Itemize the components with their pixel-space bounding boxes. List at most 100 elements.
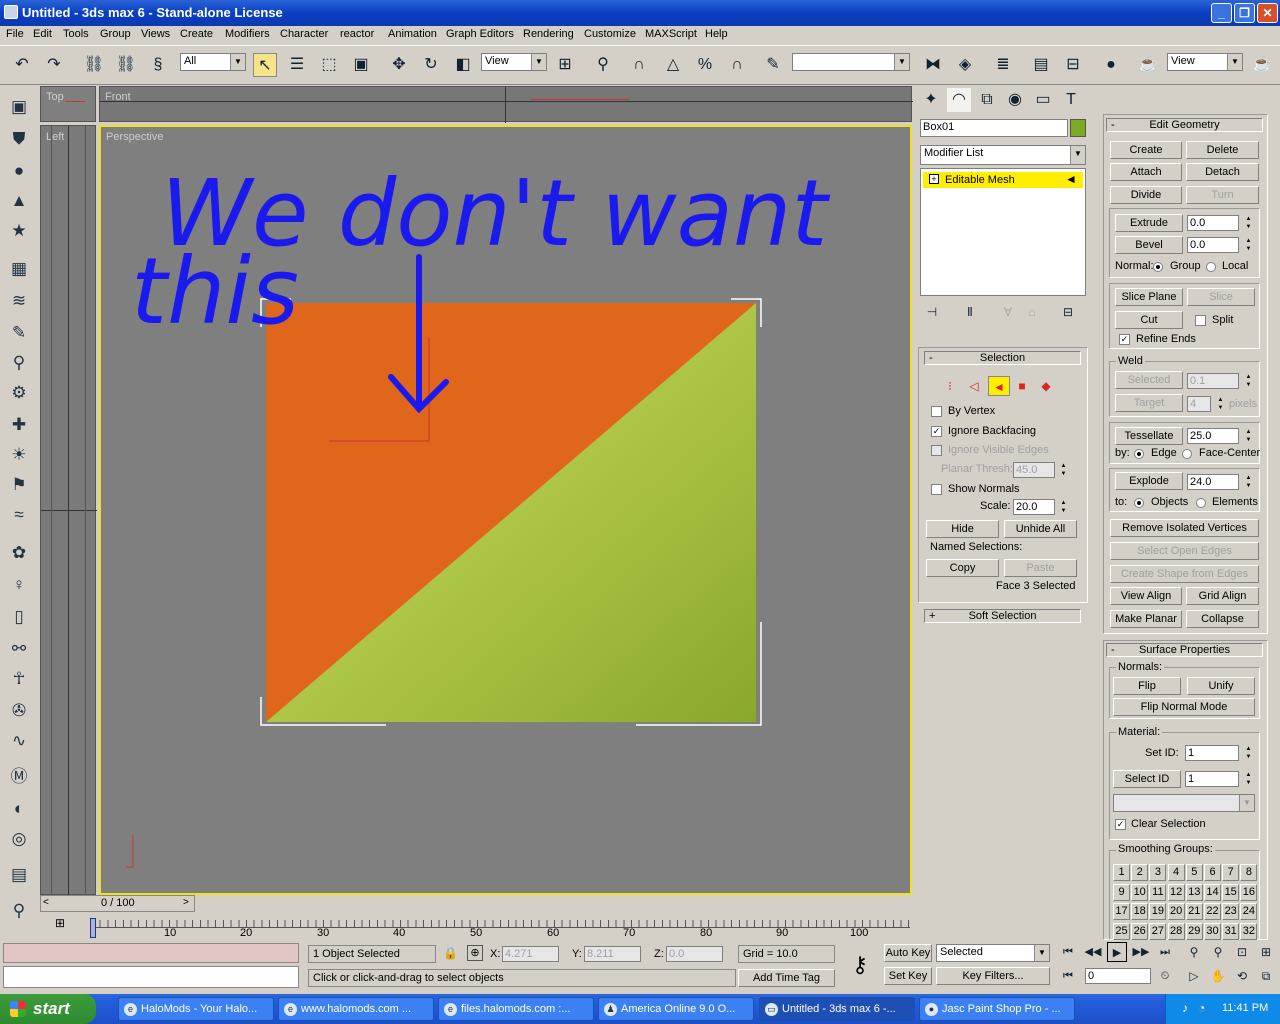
cone-icon[interactable]: ▲ <box>6 188 32 214</box>
smoothing-group-6[interactable]: 6 <box>1204 864 1221 881</box>
biped-icon[interactable]: ♀ <box>6 572 32 598</box>
gear-icon[interactable]: ⚙ <box>6 380 32 406</box>
time-slider-prev[interactable]: < <box>43 897 49 908</box>
detach-button[interactable]: Detach <box>1186 163 1259 181</box>
light-icon[interactable]: ☀ <box>6 442 32 468</box>
menu-animation[interactable]: Animation <box>388 28 437 40</box>
window-crossing-icon[interactable]: ▣ <box>349 53 373 77</box>
tessellate-button[interactable]: Tessellate <box>1115 427 1183 445</box>
stack-icon[interactable]: ≋ <box>6 288 32 314</box>
smoothing-group-13[interactable]: 13 <box>1185 883 1203 901</box>
spinner-icon[interactable]: ▲ ▼ <box>1244 237 1253 253</box>
link-icon[interactable]: ⛓ <box>82 53 106 77</box>
layer-manager-icon[interactable]: ≣ <box>991 53 1015 77</box>
y-coordinate-field[interactable]: 8.211 <box>584 946 641 962</box>
smoothing-group-32[interactable]: 32 <box>1240 922 1258 940</box>
start-button[interactable]: start <box>0 994 96 1024</box>
edit-named-selections-icon[interactable]: ✎ <box>761 53 785 77</box>
snap-3d-icon[interactable]: ∩ <box>627 53 651 77</box>
smoothing-group-15[interactable]: 15 <box>1222 883 1240 901</box>
menu-character[interactable]: Character <box>280 28 328 40</box>
menu-file[interactable]: File <box>6 28 24 40</box>
object-color-swatch[interactable] <box>1070 119 1086 137</box>
smoothing-group-27[interactable]: 27 <box>1149 922 1167 940</box>
show-end-result-icon[interactable]: Ⅱ <box>960 302 980 322</box>
ignore-visible-edges-checkbox[interactable] <box>931 445 942 456</box>
smoothing-group-24[interactable]: 24 <box>1240 903 1258 920</box>
box-icon[interactable]: ▣ <box>6 94 32 120</box>
menu-graph-editors[interactable]: Graph Editors <box>446 28 514 40</box>
cut-button[interactable]: Cut <box>1115 311 1183 329</box>
align-icon[interactable]: ◈ <box>953 53 977 77</box>
viewport-left[interactable]: Left <box>40 125 97 896</box>
smoothing-group-29[interactable]: 29 <box>1185 922 1203 940</box>
track-bar[interactable]: ⊞ 10 20 30 40 50 60 70 80 90 100 <box>40 912 910 939</box>
smoothing-group-11[interactable]: 11 <box>1149 883 1167 901</box>
smoothing-group-8[interactable]: 8 <box>1240 864 1258 881</box>
smoothing-group-2[interactable]: 2 <box>1131 864 1149 881</box>
spinner-icon[interactable]: ▲ ▼ <box>1244 771 1253 787</box>
motion-tab-icon[interactable]: ◉ <box>1003 88 1027 112</box>
turn-button[interactable]: Turn <box>1186 186 1259 204</box>
mirror-icon[interactable]: ⧓ <box>921 53 945 77</box>
smoothing-group-28[interactable]: 28 <box>1167 922 1185 940</box>
bone-icon[interactable]: ⚯ <box>6 636 32 662</box>
play-icon[interactable]: ▶ <box>1107 942 1127 962</box>
modifier-icon[interactable]: ◐ <box>6 796 32 822</box>
face-center-radio[interactable] <box>1182 449 1192 459</box>
copy-button[interactable]: Copy <box>926 559 999 577</box>
key-mode-icon[interactable]: ⏮ <box>1058 966 1078 986</box>
spinner-snap-icon[interactable]: ∩ <box>725 53 749 77</box>
viewport-label-left[interactable]: Left <box>46 131 64 143</box>
time-slider[interactable]: < 0 / 100 > <box>40 895 195 912</box>
menu-group[interactable]: Group <box>100 28 131 40</box>
create-tab-icon[interactable]: ✦ <box>919 88 943 112</box>
smoothing-group-4[interactable]: 4 <box>1167 864 1185 881</box>
time-configuration-icon[interactable]: ⏲ <box>1155 966 1175 986</box>
quick-render-icon[interactable]: ☕ <box>1250 53 1274 77</box>
modify-tab-icon[interactable]: ◠ <box>947 88 971 112</box>
scale-field[interactable]: 20.0 <box>1013 499 1055 515</box>
select-open-edges-button[interactable]: Select Open Edges <box>1110 542 1259 560</box>
spinner-icon[interactable]: ▲ ▼ <box>1216 396 1225 412</box>
undo-icon[interactable]: ↶ <box>10 53 34 77</box>
key-icon[interactable]: ⚷ <box>842 950 878 980</box>
track-bar-icon[interactable]: ⊞ <box>50 916 70 932</box>
menu-maxscript[interactable]: MAXScript <box>645 28 697 40</box>
previous-frame-icon[interactable]: ◀◀ <box>1083 942 1103 962</box>
menu-customize[interactable]: Customize <box>584 28 636 40</box>
spinner-icon[interactable]: ▲ ▼ <box>1244 745 1253 761</box>
selection-filter-dropdown[interactable]: All ▼ <box>180 53 246 71</box>
spinner-icon[interactable]: ▲ ▼ <box>1244 215 1253 231</box>
zoom-extents-all-icon[interactable]: ⊞ <box>1256 942 1276 962</box>
paste-button[interactable]: Paste <box>1004 559 1077 577</box>
refine-ends-checkbox[interactable]: ✓ <box>1119 334 1130 345</box>
curve-editor-icon[interactable]: ▤ <box>1029 53 1053 77</box>
smoothing-group-31[interactable]: 31 <box>1222 922 1240 940</box>
smoothing-group-30[interactable]: 30 <box>1204 922 1221 940</box>
spinner-icon[interactable]: ▲ ▼ <box>1059 462 1068 478</box>
utilities-tab-icon[interactable]: T <box>1059 88 1083 112</box>
zoom-icon[interactable]: ⚲ <box>1184 942 1204 962</box>
next-frame-icon[interactable]: ▶▶ <box>1131 942 1151 962</box>
move-icon[interactable]: ✥ <box>387 53 411 77</box>
select-id-button[interactable]: Select ID <box>1113 770 1181 788</box>
schematic-view-icon[interactable]: ⊟ <box>1061 53 1085 77</box>
smoothing-group-21[interactable]: 21 <box>1185 903 1203 920</box>
weld-pixels-field[interactable]: 4 <box>1187 396 1211 412</box>
soft-selection-rollout-header[interactable]: + Soft Selection <box>924 609 1081 623</box>
planar-thresh-field[interactable]: 45.0 <box>1013 462 1055 478</box>
view-align-button[interactable]: View Align <box>1110 587 1182 605</box>
slice-plane-button[interactable]: Slice Plane <box>1115 288 1183 306</box>
group-radio[interactable] <box>1153 262 1163 272</box>
pan-icon[interactable]: ✋ <box>1208 966 1228 986</box>
auto-key-button[interactable]: Auto Key <box>884 944 932 962</box>
local-radio[interactable] <box>1206 262 1216 272</box>
modifier-stack[interactable]: + Editable Mesh ◄ <box>920 168 1086 296</box>
weld-target-button[interactable]: Target <box>1115 394 1183 412</box>
time-slider-next[interactable]: > <box>183 897 189 908</box>
motion-icon[interactable]: Ⓜ <box>6 764 32 790</box>
zoom-extents-icon[interactable]: ⊡ <box>1232 942 1252 962</box>
smoothing-group-16[interactable]: 16 <box>1240 883 1258 901</box>
smoothing-group-1[interactable]: 1 <box>1113 864 1130 881</box>
